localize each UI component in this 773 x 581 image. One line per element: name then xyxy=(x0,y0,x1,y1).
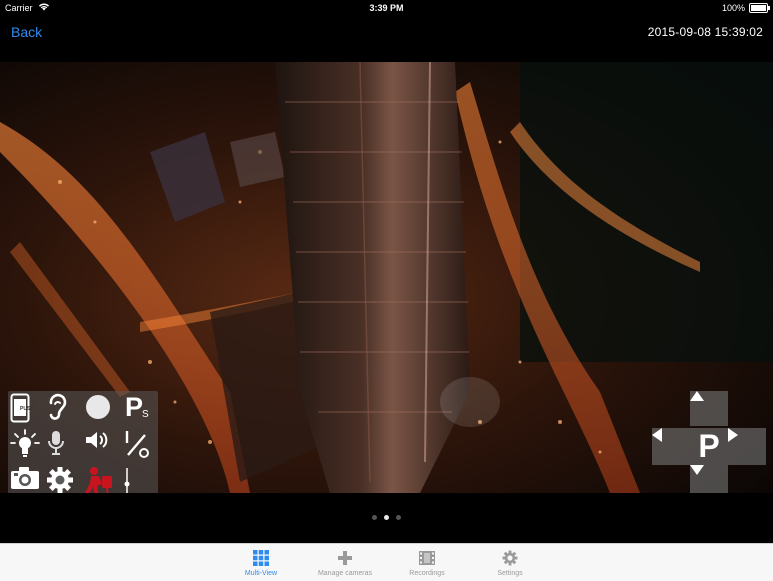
preset-set-button[interactable]: P S xyxy=(120,392,154,425)
page-indicator[interactable] xyxy=(0,512,773,522)
camera-control-panel: PUSH P S xyxy=(8,391,158,493)
ptz-left-button[interactable] xyxy=(652,428,690,465)
grid-icon xyxy=(253,550,269,566)
preset-sub: S xyxy=(142,409,149,420)
back-button[interactable]: Back xyxy=(11,24,42,40)
nav-bar: Back 2015-09-08 15:39:02 xyxy=(0,16,773,62)
gear-icon xyxy=(502,550,518,566)
ptz-preset-label: P xyxy=(698,428,720,464)
camera-datetime: 2015-09-08 15:39:02 xyxy=(647,25,763,39)
tab-multi-view[interactable]: Multi-View xyxy=(221,544,301,581)
ptz-right-button[interactable] xyxy=(728,428,766,465)
speaker-button[interactable] xyxy=(84,429,118,461)
plus-icon xyxy=(337,550,353,566)
ptz-down-button[interactable] xyxy=(690,465,728,493)
status-time: 3:39 PM xyxy=(369,3,404,13)
preset-set-icon: P S xyxy=(122,392,152,424)
snapshot-button[interactable] xyxy=(10,466,44,493)
push-notification-button[interactable]: PUSH xyxy=(10,393,44,425)
tab-label-recordings: Recordings xyxy=(409,570,445,577)
microphone-button[interactable] xyxy=(46,429,80,461)
camera-settings-button[interactable] xyxy=(46,466,80,493)
switch-toggle-button[interactable] xyxy=(120,429,154,461)
preset-badge: P xyxy=(125,392,144,422)
battery-icon xyxy=(749,3,770,13)
battery-percent: 100% xyxy=(721,3,745,13)
tab-settings[interactable]: Settings xyxy=(470,544,550,581)
page-dot[interactable] xyxy=(384,514,389,520)
camera-video-feed[interactable]: PUSH P S P xyxy=(0,62,773,493)
tab-manage-cameras[interactable]: Manage cameras xyxy=(305,544,385,581)
listen-audio-button[interactable] xyxy=(46,393,80,425)
slider-control[interactable] xyxy=(120,466,154,493)
push-label: PUSH xyxy=(20,406,34,412)
ptz-preset-center-button[interactable]: P xyxy=(690,428,728,465)
tab-label-multi-view: Multi-View xyxy=(244,570,278,577)
tab-label-settings: Settings xyxy=(497,570,523,577)
status-bar: Carrier 3:39 PM 100% xyxy=(0,0,773,16)
tab-bar: Multi-View Manage cameras Recordings Set… xyxy=(0,543,773,581)
tab-recordings[interactable]: Recordings xyxy=(387,544,467,581)
ptz-up-button[interactable] xyxy=(690,391,728,426)
light-toggle-button[interactable] xyxy=(10,429,44,461)
page-dot[interactable] xyxy=(396,514,401,520)
record-button[interactable] xyxy=(84,393,118,425)
page-dot[interactable] xyxy=(372,514,377,520)
motion-alarm-button[interactable] xyxy=(84,466,118,493)
tab-label-manage-cameras: Manage cameras xyxy=(317,570,373,577)
film-icon xyxy=(419,550,435,566)
